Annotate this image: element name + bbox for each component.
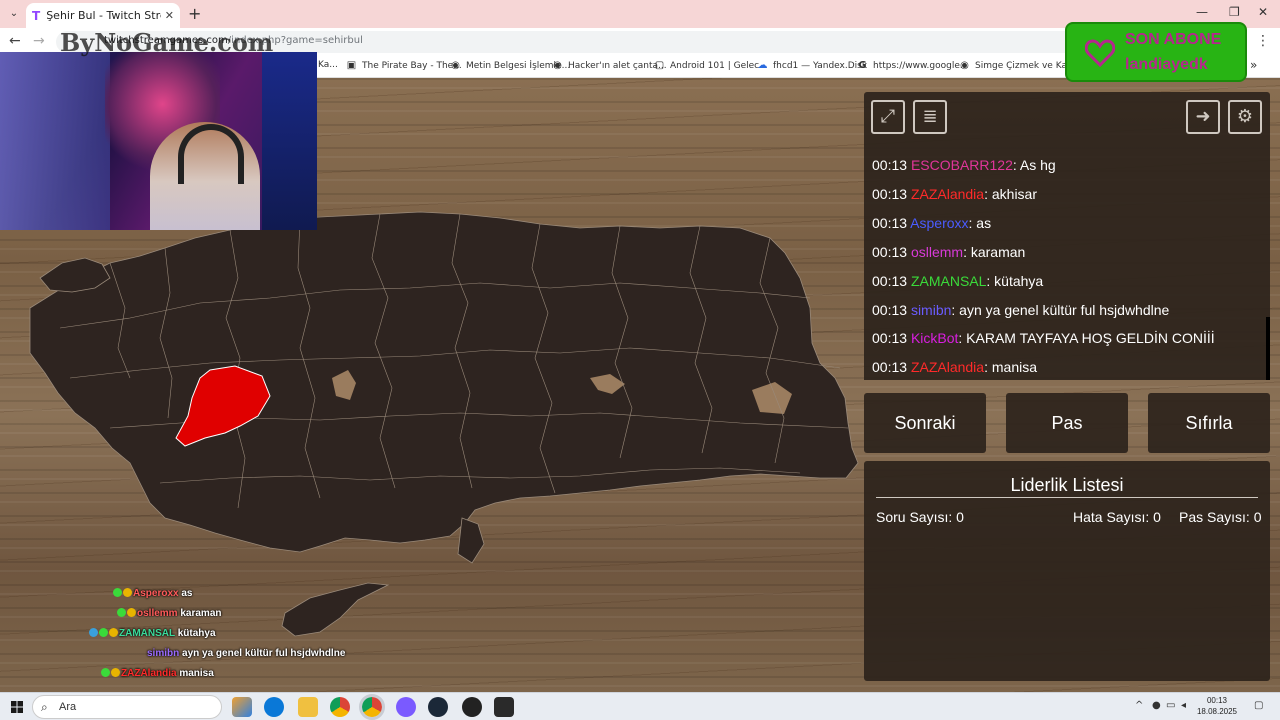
chat-message: 00:13 ZAZAlandia: akhisar [872,186,1038,202]
chat-message: 00:13 ZAMANSAL: kütahya [872,273,1044,289]
turkey-mainland [29,211,859,553]
badge-icon [109,628,118,637]
google-icon: G [858,60,867,71]
more-bookmarks-icon[interactable]: » [1250,58,1257,72]
twitch-favicon-icon: T [32,8,41,23]
subscriber-alert: SON ABONE landiayedk [1065,22,1247,82]
discord-icon[interactable] [396,697,416,717]
leaderboard-divider [876,497,1258,498]
badge-icon [127,608,136,617]
taskbar-clock[interactable]: 00:13 18.08.2025 [1196,695,1238,717]
chat-message: 00:13 simibn: ayn ya genel kültür ful hs… [872,302,1170,318]
windows-start-icon[interactable] [11,701,23,713]
chat-message: 00:13 KickBot: KARAM TAYFAYA HOŞ GELDİN … [872,330,1215,346]
page-icon: ▢ [654,60,665,71]
new-tab-icon[interactable]: + [188,4,201,23]
leaderboard-title: Liderlik Listesi [1010,475,1124,495]
notifications-icon[interactable]: ▢ [1254,700,1263,711]
logout-icon[interactable]: ➜ [1186,100,1220,134]
chat-panel[interactable]: 00:13 ESCOBARR122: As hg 00:13 ZAZAlandi… [864,142,1270,380]
chat-message: 00:13 ZAZAlandia: manisa [872,359,1038,375]
bookmark-item[interactable]: ◉ Simge Çizmek ve Ka... [959,60,1075,71]
taskbar-search[interactable]: ⌕ Ara [32,695,222,719]
taskbar-search-text: Ara [59,701,77,713]
browser-menu-icon[interactable]: ⋮ [1256,33,1270,49]
overlay-chat-line: simibn ayn ya genel kültür ful hsjdwhdln… [147,648,346,659]
chrome-icon[interactable] [330,697,350,717]
browser-tab-active[interactable]: T Şehir Bul - Twitch Stream Games ✕ [26,3,180,28]
error-count: Hata Sayısı: 0 [1073,509,1161,525]
headphones-shape [178,124,244,184]
obs-icon[interactable] [462,697,482,717]
microphone-icon[interactable]: ● [1152,700,1161,711]
badge-icon [89,628,98,637]
pass-count: Pas Sayısı: 0 [1179,509,1262,525]
heart-icon [1085,39,1115,67]
bookmark-item[interactable]: ☁ fhcd1 — Yandex.Disk [757,60,868,71]
window-close-icon[interactable]: ✕ [1258,5,1268,19]
site-icon: ◉ [451,60,460,71]
list-icon[interactable]: ≣ [913,100,947,134]
badge-icon [117,608,126,617]
windows-taskbar: ⌕ Ara ^ ● ▭ ◂ 00:13 18.08.2025 ▢ [0,692,1280,720]
next-button[interactable]: Sonraki [864,393,986,453]
yandex-disk-icon: ☁ [757,60,768,71]
steam-icon[interactable] [428,697,448,717]
sub-alert-user: landiayedk [1125,56,1208,73]
logo-watermark: ByNoGame.com [60,28,274,57]
chat-message: 00:13 ESCOBARR122: As hg [872,157,1056,173]
forward-icon[interactable]: → [33,33,45,49]
tab-search-menu-icon[interactable]: ⌄ [6,6,22,22]
pirate-bay-icon: ▣ [346,60,357,71]
tray-chevron-icon[interactable]: ^ [1135,700,1143,711]
badge-icon [111,668,120,677]
badge-icon [113,588,122,597]
turkey-hatay [457,517,485,564]
search-icon: ⌕ [41,700,48,714]
volume-icon[interactable]: ◂ [1181,700,1186,711]
badge-icon [101,668,110,677]
question-count: Soru Sayısı: 0 [876,509,964,525]
overlay-chat-line: osllemm karaman [117,608,222,619]
copilot-icon[interactable] [232,697,252,717]
overlay-chat-line: ZAZAlandia manisa [101,668,214,679]
badge-icon [99,628,108,637]
minimize-icon[interactable]: — [1196,5,1208,19]
overlay-chat-line: ZAMANSAL kütahya [89,628,216,639]
network-icon[interactable]: ▭ [1166,700,1175,711]
gear-icon[interactable]: ⚙ [1228,100,1262,134]
cyprus [281,582,390,637]
chat-scrollbar[interactable] [1266,317,1270,380]
chrome-active-icon[interactable] [359,694,385,720]
bookmark-item[interactable]: ▣ The Pirate Bay - The... [346,60,462,71]
panel-toolbar: ⤢ ≣ ➜ ⚙ [864,92,1270,142]
webcam-overlay [0,52,317,230]
site-icon: ◉ [553,60,562,71]
back-icon[interactable]: ← [9,33,21,49]
chat-message: 00:13 osllemm: karaman [872,244,1026,260]
pass-button[interactable]: Pas [1006,393,1128,453]
tab-close-icon[interactable]: ✕ [165,9,174,22]
overlay-chat-line: Asperoxx as [113,588,192,599]
epic-games-icon[interactable] [494,697,514,717]
bookmark-item[interactable]: Ghttps://www.google... [857,60,968,71]
leaderboard-panel: Liderlik Listesi Soru Sayısı: 0 Hata Say… [864,461,1270,681]
bookmark-item[interactable]: ▢ Android 101 | Gelec... [654,60,768,71]
reset-button[interactable]: Sıfırla [1148,393,1270,453]
restore-icon[interactable]: ❐ [1229,5,1240,19]
badge-icon [123,588,132,597]
bookmark-item[interactable]: ◉ Hacker'ın alet çanta... [552,60,667,71]
sub-alert-title: SON ABONE [1125,31,1222,48]
edge-icon[interactable] [264,697,284,717]
site-icon: ◉ [960,60,969,71]
chat-message: 00:13 Asperoxx: as [872,215,992,231]
fullscreen-icon[interactable]: ⤢ [871,100,905,134]
bookmark-item[interactable]: Ka... [318,60,338,70]
file-explorer-icon[interactable] [298,697,318,717]
tab-title: Şehir Bul - Twitch Stream Games [46,9,161,22]
